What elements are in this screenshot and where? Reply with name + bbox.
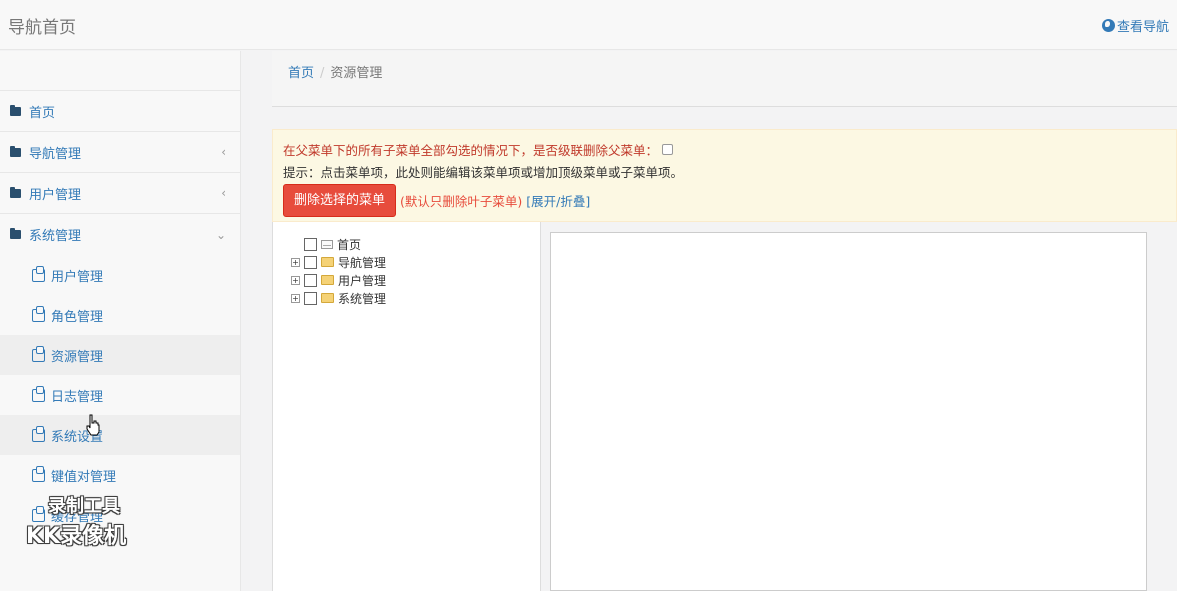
tree-node-home[interactable]: 首页 (291, 235, 386, 253)
plus-icon[interactable]: + (291, 293, 300, 303)
sidebar-subitem-keyvalue[interactable]: 键值对管理 (0, 455, 240, 495)
document-icon (321, 239, 333, 249)
copy-icon (32, 305, 45, 322)
breadcrumb-home-link[interactable]: 首页 (288, 66, 314, 81)
sidebar-item-system-management[interactable]: 系统管理 ⌄ (0, 214, 240, 255)
sidebar-subitem-settings[interactable]: 系统设置 (0, 415, 240, 455)
recorder-watermark: 录制工具 KK录像机 (26, 492, 126, 550)
sidebar-item-label: 导航管理 (29, 146, 82, 162)
sidebar-item-label: 用户管理 (29, 187, 82, 203)
plus-icon[interactable]: + (291, 257, 300, 267)
brand-title[interactable]: 导航首页 (8, 13, 76, 38)
sidebar-item-label: 首页 (29, 105, 56, 121)
cascade-delete-checkbox[interactable] (662, 144, 674, 155)
folder-icon (10, 145, 21, 157)
copy-icon (32, 265, 45, 282)
breadcrumb: 首页 / 资源管理 (272, 51, 1177, 107)
copy-icon (32, 385, 45, 402)
tree-node-user[interactable]: + 用户管理 (291, 271, 386, 289)
warning-alert: 在父菜单下的所有子菜单全部勾选的情况下，是否级联删除父菜单： 提示：点击菜单项，… (272, 129, 1177, 222)
chevron-down-icon: ⌄ (215, 227, 226, 242)
copy-icon (32, 465, 45, 482)
cascade-delete-row: 在父菜单下的所有子菜单全部勾选的情况下，是否级联删除父菜单： (283, 140, 1166, 159)
default-note: (默认只删除叶子菜单) (400, 194, 523, 209)
view-nav-link[interactable]: 查看导航 (1101, 16, 1169, 35)
sidebar-item-label: 系统管理 (29, 229, 82, 244)
expand-collapse-link[interactable]: [展开/折叠] (526, 191, 590, 210)
sidebar-spacer (0, 51, 240, 91)
chevron-left-icon: ‹ (221, 145, 226, 159)
breadcrumb-current: 资源管理 (330, 66, 383, 81)
folder-icon (10, 186, 21, 198)
tree-node-nav[interactable]: + 导航管理 (291, 253, 386, 271)
sidebar-item-home[interactable]: 首页 (0, 91, 240, 132)
tree-checkbox[interactable] (304, 291, 317, 305)
edit-frame[interactable] (550, 232, 1147, 591)
sidebar-subitem-label: 键值对管理 (51, 469, 117, 485)
delete-actions-row: 删除选择的菜单 (默认只删除叶子菜单) [展开/折叠] (283, 184, 1166, 217)
sidebar-subitem-log[interactable]: 日志管理 (0, 375, 240, 415)
tree-node-label[interactable]: 用户管理 (338, 272, 386, 289)
watermark-line1: 录制工具 (48, 496, 120, 517)
tree-checkbox[interactable] (304, 255, 317, 269)
sidebar-subitem-label: 资源管理 (51, 349, 104, 365)
sidebar-subitem-label: 角色管理 (51, 309, 104, 325)
menu-tree-panel: 首页 + 导航管理 + 用户管理 + 系统管理 (272, 222, 541, 591)
sidebar-subitem-label: 日志管理 (51, 389, 104, 405)
tree-node-system[interactable]: + 系统管理 (291, 289, 386, 307)
plus-icon[interactable]: + (291, 275, 300, 285)
breadcrumb-separator: / (320, 66, 325, 81)
main-content: 首页 / 资源管理 (272, 51, 1177, 107)
delete-selected-button[interactable]: 删除选择的菜单 (283, 184, 397, 217)
globe-icon (1101, 19, 1115, 32)
tree-node-label[interactable]: 首页 (337, 236, 361, 253)
view-nav-label: 查看导航 (1116, 20, 1169, 35)
top-navbar: 导航首页 查看导航 (0, 0, 1177, 50)
cascade-question: 在父菜单下的所有子菜单全部勾选的情况下，是否级联删除父菜单： (283, 143, 659, 158)
tree-node-label[interactable]: 导航管理 (338, 254, 386, 271)
sidebar-item-nav-management[interactable]: 导航管理 ‹ (0, 132, 240, 173)
edit-panel (542, 222, 1177, 591)
sidebar-subitem-role[interactable]: 角色管理 (0, 295, 240, 335)
hand-cursor-icon (86, 414, 100, 436)
folder-icon (321, 275, 334, 285)
folder-icon (10, 228, 21, 239)
copy-icon (32, 345, 45, 362)
tree-checkbox[interactable] (304, 273, 317, 287)
tree-node-label[interactable]: 系统管理 (338, 290, 386, 307)
tree-checkbox[interactable] (304, 237, 317, 251)
hint-text: 提示：点击菜单项，此处则能编辑该菜单项或增加顶级菜单或子菜单项。 (283, 165, 684, 180)
sidebar-item-user-management[interactable]: 用户管理 ‹ (0, 173, 240, 214)
folder-icon (10, 104, 21, 116)
folder-icon (321, 257, 334, 267)
menu-tree: 首页 + 导航管理 + 用户管理 + 系统管理 (291, 235, 386, 307)
folder-icon (321, 293, 334, 303)
sidebar-subitem-user[interactable]: 用户管理 (0, 255, 240, 295)
watermark-line2: KK录像机 (26, 524, 127, 549)
sidebar-subitem-resource[interactable]: 资源管理 (0, 335, 240, 375)
sidebar-subitem-label: 用户管理 (51, 269, 104, 285)
chevron-left-icon: ‹ (221, 186, 226, 200)
copy-icon (32, 425, 45, 442)
